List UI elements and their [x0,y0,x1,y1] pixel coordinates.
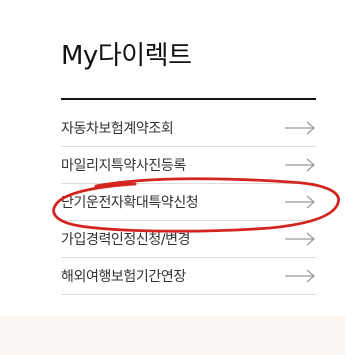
menu-item-career-recognition[interactable]: 가입경력인정신청/변경 [61,221,316,258]
page-title: My다이렉트 [61,41,192,71]
arrow-right-icon [285,232,315,246]
menu-item-car-insurance-lookup[interactable]: 자동차보험계약조회 [61,110,316,147]
menu-item-label: 단기운전자확대특약신청 [61,195,199,211]
menu-item-label: 가입경력인정신청/변경 [61,232,191,248]
menu-item-travel-insurance-extension[interactable]: 해외여행보험기간연장 [61,258,316,295]
arrow-right-icon [285,269,315,283]
footer-background [0,316,345,355]
menu-item-label: 해외여행보험기간연장 [61,269,186,285]
menu-item-short-term-driver-expansion[interactable]: 단기운전자확대특약신청 [61,184,316,221]
menu-item-label: 마일리지특약사진등록 [61,158,186,174]
arrow-right-icon [285,195,315,209]
title-divider [61,98,316,100]
arrow-right-icon [285,158,315,172]
menu-item-label: 자동차보험계약조회 [61,121,174,137]
menu-item-mileage-photo-register[interactable]: 마일리지특약사진등록 [61,147,316,184]
my-direct-menu: 자동차보험계약조회 마일리지특약사진등록 단기운전자확대특약신청 가입경력인정신… [61,110,316,295]
arrow-right-icon [285,121,315,135]
my-direct-panel: My다이렉트 자동차보험계약조회 마일리지특약사진등록 단기운전자확대특약신청 [0,0,345,316]
